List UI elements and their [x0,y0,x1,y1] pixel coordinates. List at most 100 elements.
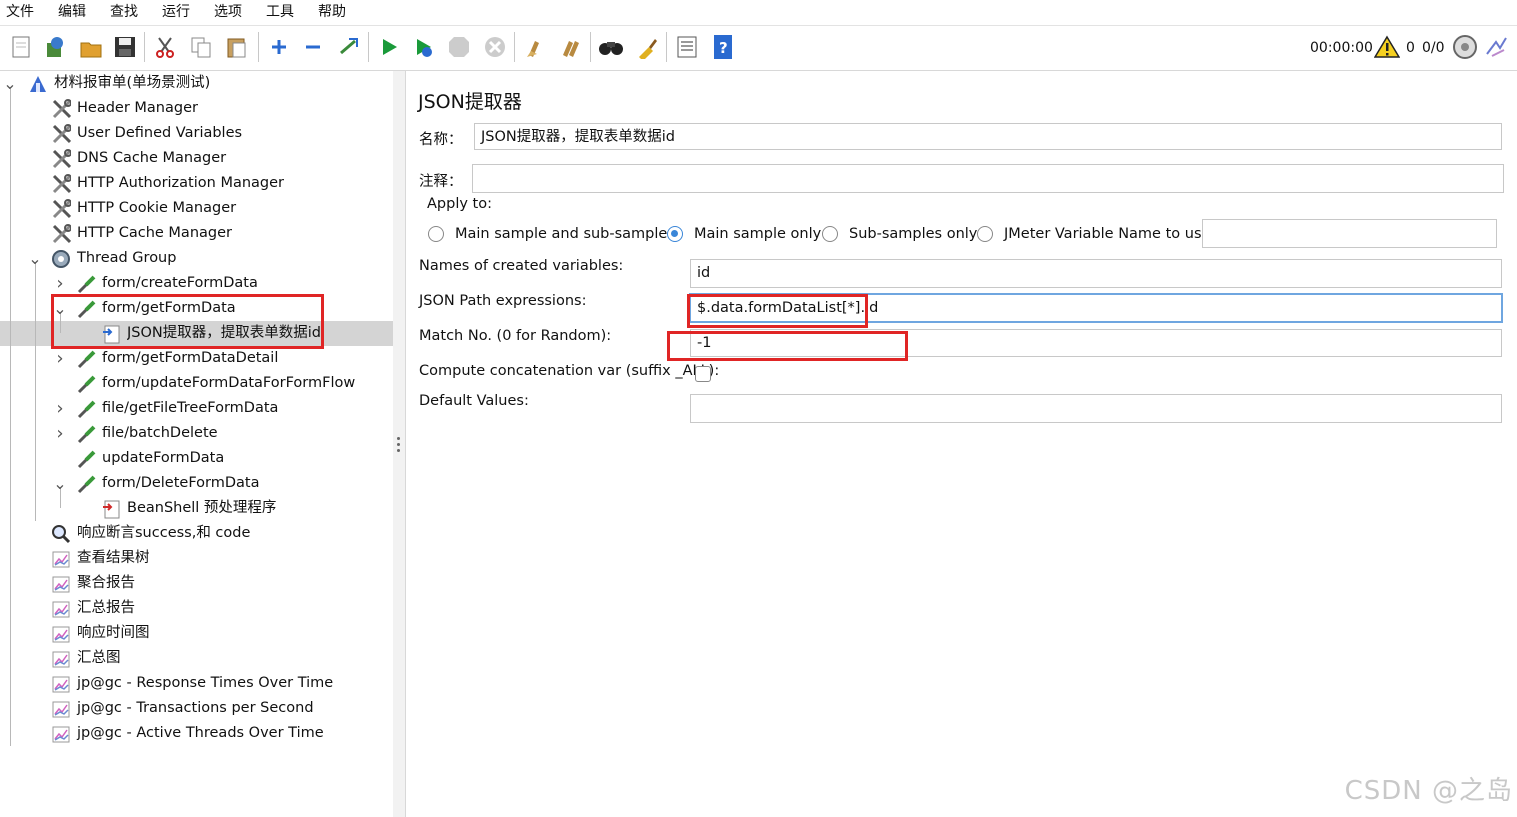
stop-icon[interactable] [446,34,472,60]
help-icon[interactable]: ? [710,34,736,60]
expand-arrow-icon[interactable]: › [53,421,67,446]
assertion-icon [51,524,71,544]
tree-node[interactable]: form/getFormData [76,296,236,321]
watermark: CSDN @之岛 [1344,776,1513,806]
concat-checkbox[interactable] [695,366,711,382]
menu-help[interactable]: 帮助 [312,0,354,25]
clear-icon[interactable] [522,34,548,60]
tree-node[interactable]: User Defined Variables [51,121,242,146]
radio-main-and-sub[interactable] [428,226,444,242]
name-input[interactable]: JSON提取器，提取表单数据id [474,123,1502,150]
tree-node[interactable]: 响应断言success,和 code [51,521,250,546]
sampler-icon [76,274,96,294]
variable-names-input[interactable]: id [690,259,1502,288]
tree-node[interactable]: JSON提取器，提取表单数据id [101,321,321,346]
matchno-input[interactable]: -1 [690,329,1502,357]
collapse-arrow-icon[interactable]: ⌄ [53,296,67,321]
listener-icon [51,624,71,644]
clear-all-icon[interactable] [558,34,584,60]
radio-main-and-sub-label: Main sample and sub-samples [455,226,675,242]
testplan-icon [28,74,48,94]
search-icon[interactable] [598,34,624,60]
tree-node[interactable]: form/createFormData [76,271,258,296]
tree-node[interactable]: BeanShell 预处理程序 [101,496,276,521]
tree-node[interactable]: 聚合报告 [51,571,135,596]
tree-node[interactable]: form/getFormDataDetail [76,346,278,371]
pane-splitter[interactable] [393,71,406,817]
tree-node[interactable]: updateFormData [76,446,224,471]
start-icon[interactable] [376,34,402,60]
log-viewer-icon[interactable] [1484,34,1510,60]
tree-node[interactable]: Thread Group [51,246,176,271]
tree-node-label: JSON提取器，提取表单数据id [127,325,321,341]
tree-node[interactable]: 材料报审单(单场景测试) [28,71,210,96]
sampler-icon [76,399,96,419]
start-no-pause-icon[interactable] [410,34,436,60]
tree-node[interactable]: HTTP Cookie Manager [51,196,236,221]
menu-options[interactable]: 选项 [208,0,250,25]
tree-node[interactable]: form/updateFormDataForFormFlow [76,371,355,396]
tree-node[interactable]: jp@gc - Response Times Over Time [51,671,333,696]
open-icon[interactable] [78,34,104,60]
new-icon[interactable] [8,34,34,60]
tree-node[interactable]: jp@gc - Transactions per Second [51,696,314,721]
tree-node[interactable]: file/batchDelete [76,421,218,446]
tree-node-label: jp@gc - Response Times Over Time [77,675,334,691]
collapse-icon[interactable] [300,34,326,60]
expand-arrow-icon[interactable]: › [53,271,67,296]
sampler-icon [76,374,96,394]
save-icon[interactable] [112,34,138,60]
jsonpath-input[interactable]: $.data.formDataList[*].id [689,293,1503,323]
tree-node[interactable]: file/getFileTreeFormData [76,396,278,421]
comment-label: 注释： [419,174,463,190]
tree-node[interactable]: 汇总图 [51,646,121,671]
toolbar: ? 00:00:00 0 0/0 [0,26,1517,71]
sampler-icon [76,449,96,469]
name-label: 名称： [419,132,463,148]
warning-count: 0 [1406,40,1415,56]
menu-run[interactable]: 运行 [156,0,198,25]
shutdown-icon[interactable] [482,34,508,60]
sampler-icon [76,474,96,494]
collapse-arrow-icon[interactable]: ⌄ [3,71,17,96]
expand-arrow-icon[interactable]: › [53,396,67,421]
tree-node[interactable]: 查看结果树 [51,546,150,571]
menu-tools[interactable]: 工具 [260,0,302,25]
copy-icon[interactable] [188,34,214,60]
jmeter-var-input[interactable] [1202,219,1497,248]
collapse-arrow-icon[interactable]: ⌄ [28,246,42,271]
function-helper-icon[interactable] [674,34,700,60]
reset-search-icon[interactable] [634,34,660,60]
tree-node[interactable]: Header Manager [51,96,198,121]
default-values-input[interactable] [690,394,1502,423]
tree-node[interactable]: form/DeleteFormData [76,471,259,496]
expand-arrow-icon[interactable]: › [53,346,67,371]
default-values-label: Default Values: [419,393,529,409]
tree-node[interactable]: DNS Cache Manager [51,146,226,171]
menu-edit[interactable]: 编辑 [52,0,94,25]
toggle-icon[interactable] [336,34,362,60]
listener-icon [51,674,71,694]
radio-main-only[interactable] [667,226,683,242]
menu-search[interactable]: 查找 [104,0,146,25]
radio-jmeter-var[interactable] [977,226,993,242]
paste-icon[interactable] [224,34,250,60]
warning-icon[interactable] [1374,34,1400,60]
tree-node[interactable]: 汇总报告 [51,596,135,621]
tree-node[interactable]: HTTP Authorization Manager [51,171,284,196]
expand-icon[interactable] [266,34,292,60]
status-gauge-icon [1452,34,1478,60]
tree-node[interactable]: jp@gc - Active Threads Over Time [51,721,324,746]
cut-icon[interactable] [152,34,178,60]
tree-node[interactable]: HTTP Cache Manager [51,221,232,246]
tree-node-label: Header Manager [77,100,198,116]
concat-label: Compute concatenation var (suffix _ALL): [419,363,720,379]
menu-file[interactable]: 文件 [0,0,42,25]
tree-node[interactable]: 响应时间图 [51,621,150,646]
radio-sub-only-label: Sub-samples only [849,226,978,242]
templates-icon[interactable] [42,34,68,60]
comment-input[interactable] [472,164,1504,193]
collapse-arrow-icon[interactable]: ⌄ [53,471,67,496]
radio-sub-only[interactable] [822,226,838,242]
jsonpath-label: JSON Path expressions: [419,293,587,309]
